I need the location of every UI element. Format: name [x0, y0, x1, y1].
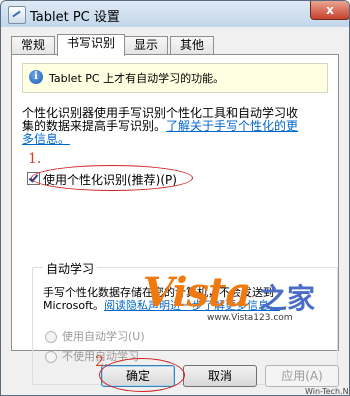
settings-dialog: Tablet PC 设置 x 常规 书写识别 显示 其他 i Tablet PC… — [0, 0, 350, 396]
title-bar[interactable]: Tablet PC 设置 x — [1, 1, 349, 27]
watermark-brand: Vista — [143, 269, 251, 316]
auto-learning-desc-prefix: Microsoft。 — [43, 299, 105, 312]
cancel-button[interactable]: 取消 — [183, 365, 257, 387]
radio-use-auto-learning[interactable]: 使用自动学习(U) — [45, 328, 145, 344]
window-title: Tablet PC 设置 — [30, 10, 120, 25]
step-1-annotation: 1. — [28, 151, 42, 167]
radio-button-no-use[interactable] — [45, 351, 57, 363]
radio-use-label: 使用自动学习(U) — [62, 330, 145, 343]
tablet-pc-icon — [8, 6, 26, 24]
description-line2: 集的数据来提高手写识别。 — [22, 119, 167, 133]
tab-other[interactable]: 其他 — [170, 36, 214, 55]
watermark-suffix: 之家 — [259, 282, 316, 315]
tab-strip: 常规 书写识别 显示 其他 — [11, 34, 341, 56]
info-icon: i — [29, 70, 43, 84]
info-text: Tablet PC 上才有自动学习的功能。 — [49, 72, 225, 85]
corner-watermark: Win-Tech.Net — [305, 387, 349, 396]
close-button[interactable]: x — [310, 1, 349, 20]
learn-more-link[interactable]: 了解关于手写个性化的更 — [166, 119, 298, 133]
step-2-highlight-ellipse — [99, 358, 185, 392]
tab-handwriting-recognition[interactable]: 书写识别 — [57, 34, 125, 56]
auto-learning-title: 自动学习 — [43, 260, 98, 277]
apply-button[interactable]: 应用(A) — [265, 365, 339, 387]
learn-more-link-cont[interactable]: 多信息。 — [22, 132, 70, 146]
info-banner: i Tablet PC 上才有自动学习的功能。 — [22, 63, 328, 93]
vista-watermark-logo: Vista 之家 www.Vista123.com — [143, 269, 343, 323]
tab-display[interactable]: 显示 — [124, 36, 168, 55]
radio-button-use[interactable] — [45, 331, 57, 343]
tab-general[interactable]: 常规 — [11, 36, 55, 55]
watermark-url: www.Vista123.com — [207, 313, 293, 323]
personalization-description: 个性化识别器使用手写识别个性化工具和自动学习收 集的数据来提高手写识别。了解关于… — [22, 107, 326, 146]
step-1-highlight-ellipse — [31, 165, 193, 191]
